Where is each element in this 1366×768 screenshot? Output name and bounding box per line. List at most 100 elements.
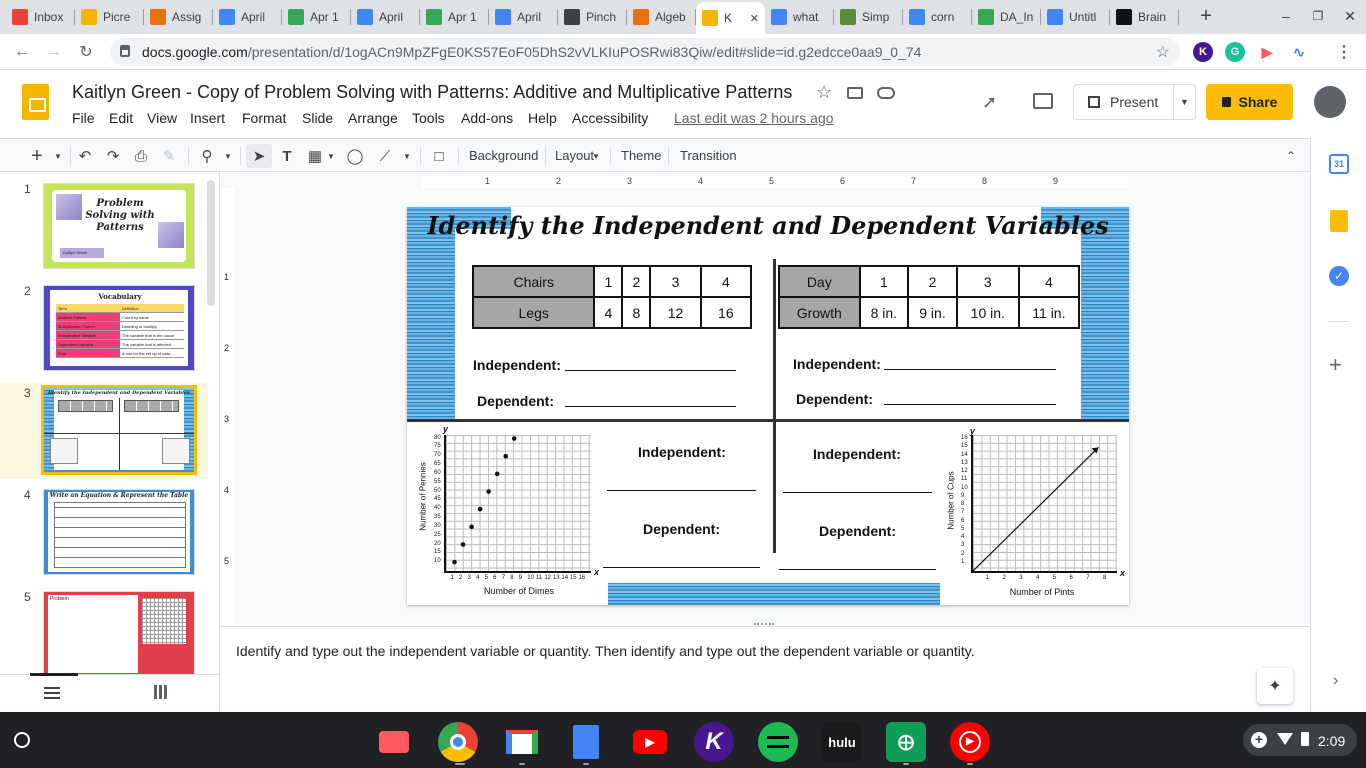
paint-format-icon[interactable]: ✎ bbox=[158, 144, 180, 168]
browser-tab[interactable]: Brain bbox=[1110, 4, 1179, 30]
browser-tab[interactable]: Apr 1 bbox=[420, 4, 489, 30]
reload-icon[interactable]: ↻ bbox=[74, 40, 98, 64]
tasks-icon[interactable]: ✓ bbox=[1329, 266, 1349, 286]
present-dropdown-icon[interactable]: ▼ bbox=[1173, 85, 1195, 119]
browser-tab[interactable]: Simp bbox=[834, 4, 903, 30]
zoom-dropdown-icon[interactable]: ▼ bbox=[222, 144, 234, 168]
browser-tab[interactable]: Assig bbox=[144, 4, 213, 30]
activity-trend-icon[interactable]: ➚ bbox=[982, 92, 997, 113]
speaker-notes-text[interactable]: Identify and type out the independent va… bbox=[236, 643, 975, 659]
spotify-icon[interactable] bbox=[758, 722, 798, 762]
slide-thumbnail-2[interactable]: Vocabulary Term Definition Additive Patter… bbox=[43, 285, 195, 371]
menu-format[interactable]: Format bbox=[242, 110, 286, 126]
browser-tab[interactable]: Apr 1 bbox=[282, 4, 351, 30]
star-icon[interactable]: ☆ bbox=[816, 82, 832, 103]
browser-tab[interactable]: Picre bbox=[75, 4, 144, 30]
browser-tab[interactable]: what bbox=[765, 4, 834, 30]
zoom-icon[interactable]: ⚲ bbox=[196, 144, 218, 168]
grammarly-extension-icon[interactable]: G bbox=[1225, 42, 1245, 62]
collapse-toolbar-icon[interactable]: ⌃ bbox=[1280, 144, 1302, 168]
layout-button[interactable]: Layout bbox=[555, 148, 594, 163]
dependent-answer-line[interactable] bbox=[565, 406, 736, 407]
line-icon[interactable]: ⟋ bbox=[374, 144, 396, 168]
dependent-answer-line[interactable] bbox=[779, 569, 936, 570]
browser-tab[interactable]: DA_In bbox=[972, 4, 1041, 30]
new-tab-button[interactable]: + bbox=[1195, 6, 1217, 28]
kahoot-extension-icon[interactable]: K bbox=[1193, 42, 1213, 62]
new-slide-dropdown-icon[interactable]: ▼ bbox=[52, 144, 64, 168]
browser-tab[interactable]: April bbox=[351, 4, 420, 30]
hulu-icon[interactable]: hulu bbox=[822, 722, 862, 762]
slide-thumbnail-4[interactable]: Write an Equation & Represent the Table bbox=[43, 489, 195, 575]
notes-drag-handle[interactable] bbox=[754, 623, 774, 626]
present-button[interactable]: Present ▼ bbox=[1073, 84, 1196, 120]
browser-tab[interactable]: April bbox=[489, 4, 558, 30]
image-dropdown-icon[interactable]: ▼ bbox=[326, 144, 336, 168]
menu-help[interactable]: Help bbox=[528, 110, 557, 126]
print-icon[interactable]: ⎙ bbox=[130, 144, 152, 168]
back-arrow-icon[interactable]: ← bbox=[10, 40, 34, 64]
browser-tab[interactable]: Untitl bbox=[1041, 4, 1110, 30]
slide-thumbnail-5[interactable]: Problem bbox=[43, 591, 195, 674]
image-icon[interactable]: ▦ bbox=[304, 144, 326, 168]
browser-tab[interactable]: K ✕ bbox=[696, 2, 765, 34]
menu-add-ons[interactable]: Add-ons bbox=[461, 110, 513, 126]
dependent-answer-line[interactable] bbox=[603, 567, 760, 568]
grid-view-icon[interactable] bbox=[154, 685, 168, 699]
menu-file[interactable]: File bbox=[72, 110, 95, 126]
menu-accessibility[interactable]: Accessibility bbox=[572, 110, 648, 126]
slide[interactable]: Identify the Independent and Dependent V… bbox=[407, 207, 1129, 605]
menu-insert[interactable]: Insert bbox=[190, 110, 225, 126]
browser-tab[interactable]: Algeb bbox=[627, 4, 696, 30]
undo-icon[interactable]: ↶ bbox=[74, 144, 96, 168]
gmail-icon[interactable] bbox=[502, 722, 542, 762]
select-cursor-icon[interactable]: ➤ bbox=[246, 144, 272, 168]
youtube-music-icon[interactable]: ▶ bbox=[950, 722, 990, 762]
filmstrip-view-icon[interactable] bbox=[44, 685, 60, 699]
browser-tab[interactable]: corn bbox=[903, 4, 972, 30]
background-button[interactable]: Background bbox=[469, 148, 538, 163]
kahoot-icon[interactable]: K bbox=[694, 722, 734, 762]
menu-slide[interactable]: Slide bbox=[302, 110, 333, 126]
layout-dropdown-icon[interactable]: ▼ bbox=[591, 144, 601, 168]
close-window-icon[interactable]: ✕ bbox=[1330, 4, 1366, 28]
document-title[interactable]: Kaitlyn Green - Copy of Problem Solving … bbox=[72, 82, 792, 103]
forward-arrow-icon[interactable]: → bbox=[42, 40, 66, 64]
keep-icon[interactable] bbox=[1330, 210, 1348, 232]
docs-icon[interactable] bbox=[566, 722, 606, 762]
account-avatar[interactable] bbox=[1314, 86, 1346, 118]
independent-answer-line[interactable] bbox=[607, 490, 756, 491]
line-dropdown-icon[interactable]: ▼ bbox=[402, 144, 412, 168]
chrome-icon[interactable] bbox=[438, 722, 478, 762]
expand-panel-icon[interactable]: › bbox=[1333, 672, 1338, 690]
independent-answer-line[interactable] bbox=[783, 492, 932, 493]
close-tab-icon[interactable]: ✕ bbox=[750, 12, 759, 25]
text-box-icon[interactable]: T bbox=[276, 144, 298, 168]
shape-icon[interactable]: ◯ bbox=[344, 144, 366, 168]
transition-button[interactable]: Transition bbox=[680, 148, 737, 163]
slides-logo-icon[interactable] bbox=[22, 84, 49, 120]
theme-button[interactable]: Theme bbox=[621, 148, 661, 163]
star-bookmark-icon[interactable]: ☆ bbox=[1156, 42, 1170, 62]
filmstrip-scrollbar[interactable] bbox=[207, 180, 215, 306]
menu-tools[interactable]: Tools bbox=[412, 110, 445, 126]
dependent-answer-line[interactable] bbox=[884, 404, 1056, 405]
browser-tab[interactable]: Pinch bbox=[558, 4, 627, 30]
more-menu-icon[interactable]: ⋮ bbox=[1334, 42, 1354, 62]
calendar-icon[interactable]: 31 bbox=[1329, 154, 1349, 174]
get-addons-icon[interactable]: + bbox=[1329, 352, 1342, 378]
browser-tab[interactable]: Inbox bbox=[6, 4, 75, 30]
move-folder-icon[interactable] bbox=[847, 87, 863, 99]
slide-thumbnail-1[interactable]: Problem Solving with Patterns Kaitlyn Gr… bbox=[43, 183, 195, 269]
menu-arrange[interactable]: Arrange bbox=[348, 110, 398, 126]
redo-icon[interactable]: ↷ bbox=[102, 144, 124, 168]
speaker-notes-panel[interactable] bbox=[221, 623, 1310, 712]
menu-view[interactable]: View bbox=[147, 110, 177, 126]
pulse-extension-icon[interactable]: ∿ bbox=[1289, 42, 1309, 62]
screencastify-extension-icon[interactable]: ▶ bbox=[1257, 42, 1277, 62]
independent-answer-line[interactable] bbox=[884, 369, 1056, 370]
screencastify-icon[interactable] bbox=[374, 722, 414, 762]
explore-icon[interactable]: ✦ bbox=[1257, 668, 1293, 704]
youtube-icon[interactable]: ▶ bbox=[630, 722, 670, 762]
last-edit-link[interactable]: Last edit was 2 hours ago bbox=[674, 110, 834, 126]
